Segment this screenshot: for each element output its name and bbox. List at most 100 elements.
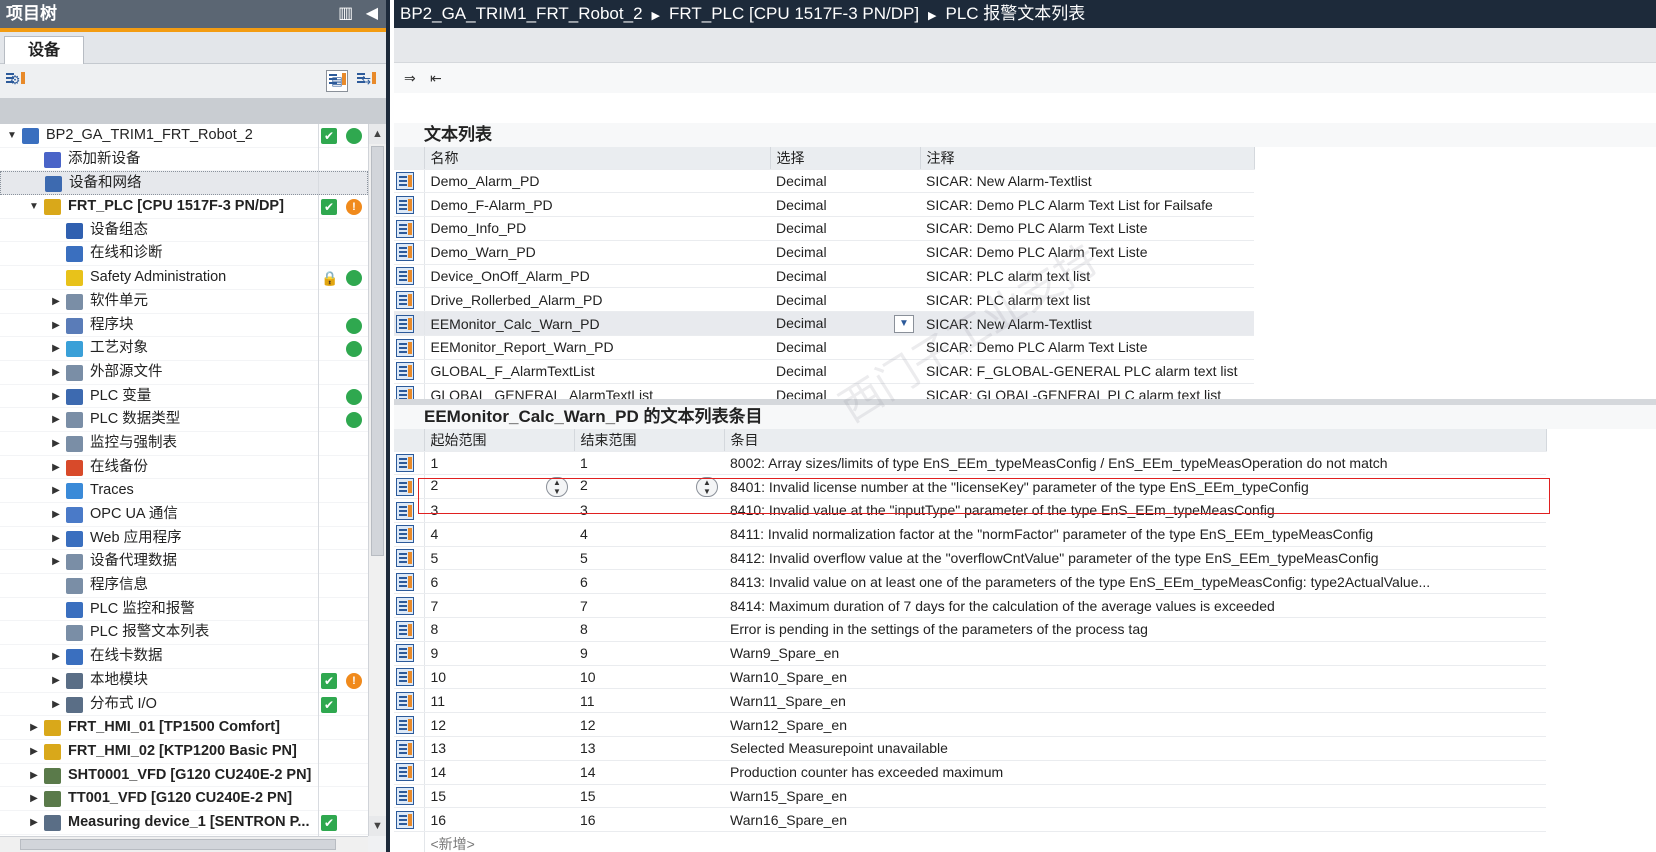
tree-item[interactable]: ▶ 工艺对象 (0, 337, 368, 361)
textlist-row[interactable]: Demo_Warn_PD Decimal SICAR: Demo PLC Alarm… (394, 240, 1254, 265)
entry-range-to[interactable]: 4 (574, 522, 724, 547)
tree-item[interactable]: ▶ FRT_HMI_01 [TP1500 Comfort] (0, 716, 368, 740)
textlist-selection[interactable]: Decimal (770, 216, 920, 241)
entry-text[interactable]: Error is pending in the settings of the … (724, 617, 1546, 642)
entry-row[interactable]: 13 13 Selected Measurepoint unavailable (394, 736, 1546, 761)
entry-range-from[interactable]: 7 (424, 593, 574, 619)
entry-row[interactable]: 2 ▲ ▼ 2 ▲ ▼ 8401: Invalid license number at th… (394, 474, 1546, 500)
entry-row[interactable]: 8 8 Error is pending in the settings of th… (394, 617, 1546, 642)
collapsed-arrow-icon[interactable]: ▶ (28, 740, 40, 764)
col-range-to[interactable]: 结束范围 (574, 429, 725, 452)
entry-text[interactable]: Warn15_Spare_en (724, 784, 1546, 809)
scroll-thumb[interactable] (371, 146, 384, 556)
dropdown-icon[interactable]: ▼ (894, 314, 914, 333)
collapsed-arrow-icon[interactable]: ▶ (50, 432, 62, 456)
textlist-name[interactable]: Demo_F-Alarm_PD (424, 192, 770, 218)
textlist-selection[interactable]: Decimal (770, 287, 920, 313)
entry-range-to[interactable]: 3 (574, 498, 724, 523)
entry-range-from[interactable]: 16 (424, 807, 574, 833)
collapsed-arrow-icon[interactable]: ▶ (28, 811, 40, 835)
textlist-comment[interactable]: SICAR: Demo PLC Alarm Text List for Fail… (920, 192, 1254, 218)
hscroll-thumb[interactable] (20, 839, 336, 850)
textlist-name[interactable]: Device_OnOff_Alarm_PD (424, 264, 770, 289)
collapsed-arrow-icon[interactable]: ▶ (50, 385, 62, 409)
textlist-name[interactable]: GLOBAL_F_AlarmTextList (424, 359, 770, 384)
entry-text[interactable]: Warn11_Spare_en (724, 688, 1546, 714)
tree-item[interactable]: ▶ 在线卡数据 (0, 645, 368, 669)
textlist-comment[interactable]: SICAR: Demo PLC Alarm Text Liste (920, 240, 1254, 265)
tree-item[interactable]: ▶ FRT_HMI_02 [KTP1200 Basic PN] (0, 740, 368, 764)
textlist-name[interactable]: Demo_Warn_PD (424, 240, 770, 265)
tree-item[interactable]: ▶ 在线备份 (0, 456, 368, 480)
entry-range-to[interactable]: 6 (574, 569, 724, 595)
textlist-comment[interactable]: SICAR: Demo PLC Alarm Text Liste (920, 335, 1254, 360)
collapsed-arrow-icon[interactable]: ▶ (50, 479, 62, 503)
textlist-name[interactable]: EEMonitor_Report_Warn_PD (424, 335, 770, 360)
tree-settings-icon[interactable]: ⚙ (4, 70, 26, 92)
collapsed-arrow-icon[interactable]: ▶ (50, 290, 62, 314)
collapsed-arrow-icon[interactable]: ▶ (50, 456, 62, 480)
entry-row[interactable]: 15 15 Warn15_Spare_en (394, 784, 1546, 809)
col-name[interactable]: 名称 (424, 147, 771, 170)
tree-item[interactable]: 添加新设备 (0, 148, 368, 172)
tree-horizontal-scrollbar[interactable] (0, 836, 368, 852)
collapse-panel-icon[interactable]: ◀ (366, 5, 378, 22)
tree-item[interactable]: ▼ FRT_PLC [CPU 1517F-3 PN/DP] ✔! (0, 195, 368, 219)
textlist-row[interactable]: GLOBAL_F_AlarmTextList Decimal SICAR: F_GL… (394, 359, 1254, 384)
entry-range-from[interactable]: 3 (424, 498, 574, 523)
textlist-selection[interactable]: Decimal (770, 359, 920, 384)
collapsed-arrow-icon[interactable]: ▶ (50, 503, 62, 527)
tree-item[interactable]: ▶ 本地模块 ✔! (0, 669, 368, 693)
entry-range-to[interactable]: 1 (574, 451, 724, 476)
tree-item[interactable]: ▶ 分布式 I/O ✔ (0, 693, 368, 717)
entry-range-to[interactable]: 8 (574, 617, 724, 642)
collapsed-arrow-icon[interactable]: ▶ (50, 527, 62, 551)
entry-range-from[interactable]: 6 (424, 569, 574, 595)
textlist-selection[interactable]: Decimal (770, 192, 920, 218)
textlist-selection[interactable]: Decimal (770, 169, 920, 194)
textlist-name[interactable]: Demo_Info_PD (424, 216, 770, 241)
overview-icon[interactable]: ▤ (326, 70, 348, 92)
entry-text[interactable]: 8414: Maximum duration of 7 days for the… (724, 593, 1546, 619)
expanded-arrow-icon[interactable]: ▼ (6, 124, 18, 148)
entry-row[interactable]: 11 11 Warn11_Spare_en (394, 688, 1546, 714)
entry-range-from[interactable]: 4 (424, 522, 574, 547)
tree-item[interactable]: 设备组态 (0, 219, 368, 243)
tree-item[interactable]: ▶ SHT0001_VFD [G120 CU240E-2 PN] (0, 764, 368, 788)
entry-row[interactable]: 1 1 8002: Array sizes/limits of type EnS_E… (394, 451, 1546, 476)
spinner-icon[interactable]: ▲ ▼ (696, 476, 718, 497)
collapsed-arrow-icon[interactable]: ▶ (28, 787, 40, 811)
entry-row[interactable]: 10 10 Warn10_Spare_en (394, 665, 1546, 690)
collapsed-arrow-icon[interactable]: ▶ (50, 645, 62, 669)
tree-item[interactable]: 程序信息 (0, 574, 368, 598)
col-selection[interactable]: 选择 (770, 147, 921, 170)
entry-range-from[interactable]: 14 (424, 760, 574, 785)
entry-range-to[interactable]: 10 (574, 665, 724, 690)
entry-range-to[interactable]: 2 ▲ ▼ (574, 474, 724, 500)
entry-row[interactable]: 3 3 8410: Invalid value at the "inputType"… (394, 498, 1546, 523)
entry-range-from[interactable]: 1 (424, 451, 574, 476)
entry-range-to[interactable]: 14 (574, 760, 724, 785)
export-icon[interactable]: ⇒ (404, 70, 416, 87)
tree-item[interactable]: PLC 监控和报警 (0, 598, 368, 622)
collapsed-arrow-icon[interactable]: ▶ (50, 408, 62, 432)
tree-item[interactable]: ▶ Measuring device_1 [SENTRON P... ✔ (0, 811, 368, 835)
spinner-icon[interactable]: ▲ ▼ (546, 476, 568, 497)
col-range-from[interactable]: 起始范围 (424, 429, 575, 452)
col-entry[interactable]: 条目 (724, 429, 1547, 452)
entry-range-from[interactable]: 9 (424, 641, 574, 666)
entry-range-from[interactable]: 11 (424, 688, 574, 714)
entry-range-to[interactable]: 12 (574, 712, 724, 738)
entry-range-from[interactable]: 8 (424, 617, 574, 642)
tree-item[interactable]: ▶ 设备代理数据 (0, 550, 368, 575)
entry-text[interactable]: Warn10_Spare_en (724, 665, 1546, 690)
textlist-name[interactable]: Drive_Rollerbed_Alarm_PD (424, 287, 770, 313)
breadcrumb-project[interactable]: BP2_GA_TRIM1_FRT_Robot_2 (400, 4, 643, 23)
textlist-selection[interactable]: Decimal ▼ (770, 311, 920, 337)
textlist-name[interactable]: EEMonitor_Calc_Warn_PD (424, 311, 770, 337)
textlist-row[interactable]: EEMonitor_Report_Warn_PD Decimal SICAR: De… (394, 335, 1254, 360)
tree-item[interactable]: ▶ 程序块 (0, 314, 368, 338)
tree-item[interactable]: ▶ 软件单元 (0, 290, 368, 314)
tree-item[interactable]: PLC 报警文本列表 (0, 621, 368, 646)
entry-text[interactable]: Selected Measurepoint unavailable (724, 736, 1546, 761)
